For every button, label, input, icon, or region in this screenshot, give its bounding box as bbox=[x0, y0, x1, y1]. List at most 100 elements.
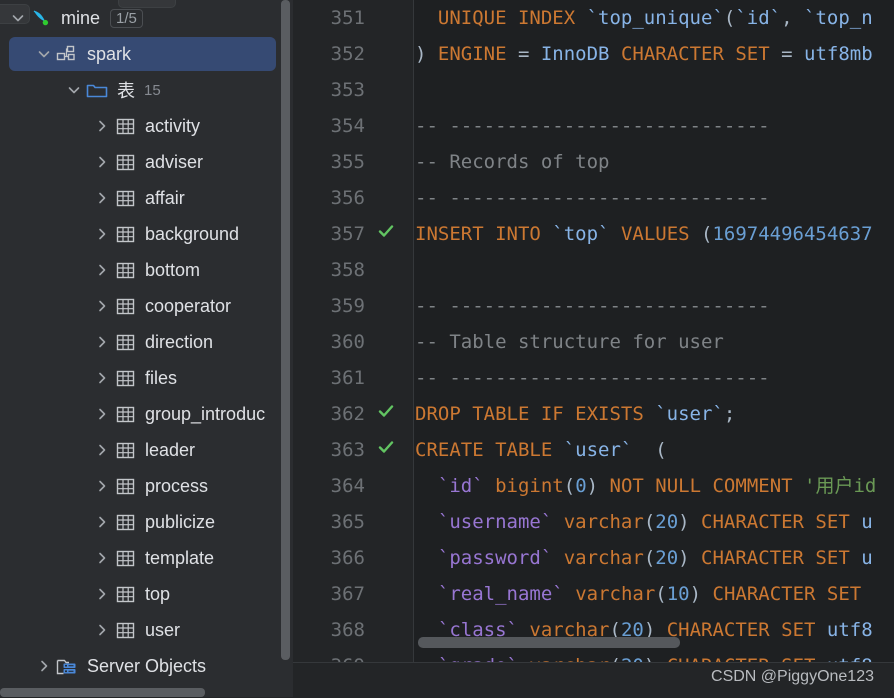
code-line-text: -- Records of top bbox=[415, 151, 610, 173]
chevron-right-icon[interactable] bbox=[92, 335, 112, 349]
chevron-down-icon[interactable] bbox=[64, 83, 84, 97]
line-number: 357 bbox=[330, 223, 365, 245]
tree-item-table-template[interactable]: template bbox=[0, 540, 290, 576]
chevron-right-icon[interactable] bbox=[92, 479, 112, 493]
editor-horizontal-scrollbar[interactable] bbox=[418, 637, 680, 648]
chevron-right-icon[interactable] bbox=[34, 659, 54, 673]
tree-item-table-affair[interactable]: affair bbox=[0, 180, 290, 216]
code-line-text: -- ---------------------------- bbox=[415, 295, 770, 317]
code-line[interactable]: 359 -- ---------------------------- bbox=[293, 288, 894, 324]
chevron-down-icon[interactable] bbox=[8, 11, 28, 25]
code-line[interactable]: 353 bbox=[293, 72, 894, 108]
table-label: publicize bbox=[145, 511, 216, 532]
code-line[interactable]: 363 CREATE TABLE `user` ( bbox=[293, 432, 894, 468]
tree-item-table-adviser[interactable]: adviser bbox=[0, 144, 290, 180]
chevron-right-icon[interactable] bbox=[92, 263, 112, 277]
code-line[interactable]: 366 `password` varchar(20) CHARACTER SET… bbox=[293, 540, 894, 576]
tree-item-table-direction[interactable]: direction bbox=[0, 324, 290, 360]
tree-item-table-leader[interactable]: leader bbox=[0, 432, 290, 468]
table-icon bbox=[112, 405, 138, 424]
chevron-right-icon[interactable] bbox=[92, 119, 112, 133]
table-label: process bbox=[145, 475, 209, 496]
code-line[interactable]: 364 `id` bigint(0) NOT NULL COMMENT '用户i… bbox=[293, 468, 894, 504]
sidebar-horizontal-scrollbar[interactable] bbox=[0, 688, 205, 697]
line-number: 364 bbox=[330, 475, 365, 497]
line-number: 356 bbox=[330, 187, 365, 209]
tree-item-schema-spark[interactable]: spark bbox=[0, 36, 290, 72]
line-number: 369 bbox=[293, 648, 365, 662]
chevron-right-icon[interactable] bbox=[92, 623, 112, 637]
code-line[interactable]: 351 UNIQUE INDEX `top_unique`(`id`, `top… bbox=[293, 0, 894, 36]
line-number: 352 bbox=[330, 43, 365, 65]
schema-icon bbox=[54, 44, 80, 64]
table-icon bbox=[112, 153, 138, 172]
tree-item-table-group_introduc[interactable]: group_introduc bbox=[0, 396, 290, 432]
tree-item-table-user[interactable]: user bbox=[0, 612, 290, 648]
chevron-down-icon[interactable] bbox=[34, 47, 54, 61]
server-objects-icon bbox=[54, 657, 80, 676]
mysql-dolphin-icon bbox=[28, 7, 54, 29]
tree-item-table-background[interactable]: background bbox=[0, 216, 290, 252]
code-line[interactable]: 369 `grade` varchar(20) CHARACTER SET ut… bbox=[293, 648, 894, 662]
tree-item-table-files[interactable]: files bbox=[0, 360, 290, 396]
code-line[interactable]: 360 -- Table structure for user bbox=[293, 324, 894, 360]
tree-item-server-objects[interactable]: Server Objects bbox=[0, 648, 290, 684]
table-label: bottom bbox=[145, 259, 201, 280]
code-line-text: -- ---------------------------- bbox=[415, 187, 770, 209]
table-label: direction bbox=[145, 331, 214, 352]
chevron-right-icon[interactable] bbox=[92, 515, 112, 529]
table-icon bbox=[112, 585, 138, 604]
code-line[interactable]: 352 ) ENGINE = InnoDB CHARACTER SET = utf… bbox=[293, 36, 894, 72]
code-line[interactable]: 355 -- Records of top bbox=[293, 144, 894, 180]
table-label: files bbox=[145, 367, 178, 388]
line-number: 351 bbox=[330, 7, 365, 29]
chevron-right-icon[interactable] bbox=[92, 227, 112, 241]
code-line[interactable]: 365 `username` varchar(20) CHARACTER SET… bbox=[293, 504, 894, 540]
table-icon bbox=[112, 117, 138, 136]
tree-item-table-publicize[interactable]: publicize bbox=[0, 504, 290, 540]
line-number: 368 bbox=[330, 619, 365, 641]
executed-check-icon bbox=[375, 396, 397, 432]
code-line[interactable]: 356 -- ---------------------------- bbox=[293, 180, 894, 216]
code-line[interactable]: 357 INSERT INTO `top` VALUES (16974496454… bbox=[293, 216, 894, 252]
database-navigator-sidebar: mine 1/5 spark 表 15 activity adviser affair back… bbox=[0, 0, 290, 697]
code-line[interactable]: 354 -- ---------------------------- bbox=[293, 108, 894, 144]
tree-item-table-activity[interactable]: activity bbox=[0, 108, 290, 144]
chevron-right-icon[interactable] bbox=[92, 155, 112, 169]
table-icon bbox=[112, 189, 138, 208]
tables-folder-label: 表 bbox=[117, 81, 135, 101]
chevron-right-icon[interactable] bbox=[92, 407, 112, 421]
tree-item-table-process[interactable]: process bbox=[0, 468, 290, 504]
line-number: 362 bbox=[330, 403, 365, 425]
tree-item-table-cooperator[interactable]: cooperator bbox=[0, 288, 290, 324]
code-line-text: -- Table structure for user bbox=[415, 331, 724, 353]
tree-item-connection-mine[interactable]: mine 1/5 bbox=[0, 0, 290, 36]
chevron-right-icon[interactable] bbox=[92, 191, 112, 205]
chevron-right-icon[interactable] bbox=[92, 299, 112, 313]
line-number: 367 bbox=[330, 583, 365, 605]
executed-check-icon bbox=[375, 216, 397, 252]
tree-item-table-top[interactable]: top bbox=[0, 576, 290, 612]
chevron-right-icon[interactable] bbox=[92, 443, 112, 457]
line-number: 366 bbox=[330, 547, 365, 569]
code-line[interactable]: 367 `real_name` varchar(10) CHARACTER SE… bbox=[293, 576, 894, 612]
code-line-text: `username` varchar(20) CHARACTER SET u bbox=[437, 511, 873, 533]
chevron-right-icon[interactable] bbox=[92, 587, 112, 601]
watermark-label: CSDN @PiggyOne123 bbox=[711, 668, 874, 685]
code-line[interactable]: 362 DROP TABLE IF EXISTS `user`; bbox=[293, 396, 894, 432]
chevron-right-icon[interactable] bbox=[92, 551, 112, 565]
code-line-text: -- ---------------------------- bbox=[415, 367, 770, 389]
editor-code-area[interactable]: 351 UNIQUE INDEX `top_unique`(`id`, `top… bbox=[293, 0, 894, 662]
table-icon bbox=[112, 441, 138, 460]
line-number: 353 bbox=[330, 79, 365, 101]
sidebar-vertical-scrollbar[interactable] bbox=[281, 0, 290, 660]
chevron-right-icon[interactable] bbox=[92, 371, 112, 385]
table-icon bbox=[112, 225, 138, 244]
code-line-text: ) ENGINE = InnoDB CHARACTER SET = utf8mb bbox=[415, 43, 873, 65]
code-line[interactable]: 361 -- ---------------------------- bbox=[293, 360, 894, 396]
code-line[interactable]: 358 bbox=[293, 252, 894, 288]
tree-item-count: 15 bbox=[144, 81, 161, 99]
tree-item-tables-folder[interactable]: 表 15 bbox=[0, 72, 290, 108]
tree-item-table-bottom[interactable]: bottom bbox=[0, 252, 290, 288]
table-icon bbox=[112, 621, 138, 640]
